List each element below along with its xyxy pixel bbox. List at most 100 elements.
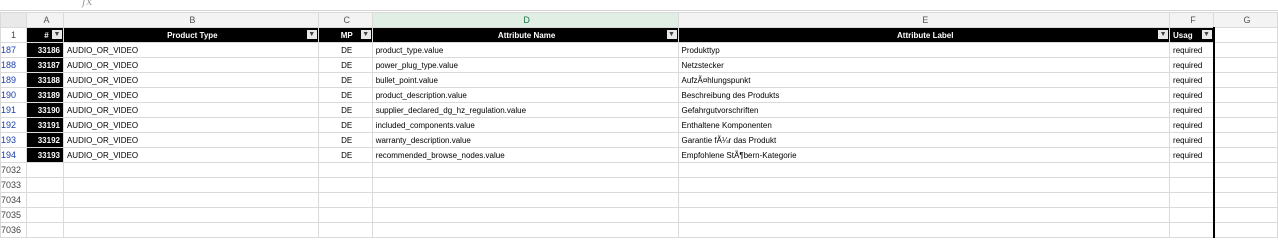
empty-cell[interactable]	[1169, 222, 1215, 238]
empty-cell[interactable]	[1213, 87, 1278, 103]
empty-cell[interactable]	[317, 177, 373, 193]
cell-num[interactable]: 33189	[25, 87, 64, 103]
cell-usage[interactable]: required	[1169, 72, 1215, 88]
empty-cell[interactable]	[25, 177, 64, 193]
cell-attribute-label[interactable]: Garantie fÃ¼r das Produkt	[677, 132, 1171, 148]
empty-cell[interactable]	[25, 222, 64, 238]
empty-cell[interactable]	[25, 207, 64, 223]
empty-cell[interactable]	[62, 162, 319, 178]
empty-cell[interactable]	[371, 177, 679, 193]
cell-usage[interactable]: required	[1169, 132, 1215, 148]
empty-cell[interactable]	[677, 162, 1171, 178]
cell-attribute-label[interactable]: AufzÃ¤hlungspunkt	[677, 72, 1171, 88]
empty-cell[interactable]	[1213, 207, 1278, 223]
row-header[interactable]: 188	[0, 57, 27, 73]
empty-cell[interactable]	[1213, 72, 1278, 88]
header-cell-attribute-name[interactable]: Attribute Name ▼	[371, 27, 679, 43]
formula-bar[interactable]: fx	[0, 0, 1278, 11]
cell-attribute-label[interactable]: Enthaltene Komponenten	[677, 117, 1171, 133]
empty-cell[interactable]	[677, 192, 1171, 208]
empty-cell[interactable]	[677, 207, 1171, 223]
cell-product-type[interactable]: AUDIO_OR_VIDEO	[62, 132, 319, 148]
empty-cell[interactable]	[1213, 147, 1278, 163]
cell-usage[interactable]: required	[1169, 42, 1215, 58]
cell-mp[interactable]: DE	[317, 42, 373, 58]
empty-cell[interactable]	[317, 207, 373, 223]
cell-num[interactable]: 33190	[25, 102, 64, 118]
select-all-corner[interactable]	[0, 12, 27, 28]
filter-dropdown-icon[interactable]: ▼	[1201, 30, 1212, 39]
cell-usage[interactable]: required	[1169, 147, 1215, 163]
empty-cell[interactable]	[371, 192, 679, 208]
cell-product-type[interactable]: AUDIO_OR_VIDEO	[62, 102, 319, 118]
empty-cell[interactable]	[62, 192, 319, 208]
empty-cell[interactable]	[1169, 177, 1215, 193]
column-header-e[interactable]: E	[677, 12, 1171, 28]
cell-attribute-name[interactable]: bullet_point.value	[371, 72, 679, 88]
column-header-a[interactable]: A	[25, 12, 64, 28]
cell-product-type[interactable]: AUDIO_OR_VIDEO	[62, 42, 319, 58]
empty-cell[interactable]	[1213, 27, 1278, 43]
cell-num[interactable]: 33186	[25, 42, 64, 58]
row-header[interactable]: 7033	[0, 177, 27, 193]
cell-num[interactable]: 33187	[25, 57, 64, 73]
cell-mp[interactable]: DE	[317, 117, 373, 133]
cell-attribute-label[interactable]: Produkttyp	[677, 42, 1171, 58]
cell-product-type[interactable]: AUDIO_OR_VIDEO	[62, 117, 319, 133]
fx-icon[interactable]: fx	[82, 0, 92, 8]
row-header[interactable]: 187	[0, 42, 27, 58]
empty-cell[interactable]	[1213, 102, 1278, 118]
empty-cell[interactable]	[25, 162, 64, 178]
column-header-g[interactable]: G	[1213, 12, 1278, 28]
empty-cell[interactable]	[1213, 42, 1278, 58]
header-cell-mp[interactable]: MP ▼	[317, 27, 373, 43]
cell-usage[interactable]: required	[1169, 117, 1215, 133]
column-header-f[interactable]: F	[1169, 12, 1215, 28]
header-cell-usage[interactable]: Usag ▼	[1169, 27, 1215, 43]
row-header[interactable]: 190	[0, 87, 27, 103]
empty-cell[interactable]	[371, 207, 679, 223]
cell-mp[interactable]: DE	[317, 72, 373, 88]
column-header-c[interactable]: C	[317, 12, 373, 28]
cell-attribute-name[interactable]: included_components.value	[371, 117, 679, 133]
empty-cell[interactable]	[62, 222, 319, 238]
empty-cell[interactable]	[371, 162, 679, 178]
empty-cell[interactable]	[1213, 132, 1278, 148]
row-header[interactable]: 193	[0, 132, 27, 148]
cell-product-type[interactable]: AUDIO_OR_VIDEO	[62, 72, 319, 88]
cell-attribute-name[interactable]: product_description.value	[371, 87, 679, 103]
empty-cell[interactable]	[677, 177, 1171, 193]
filter-active-icon[interactable]: ▼	[360, 30, 371, 39]
filter-active-icon[interactable]: ▼	[306, 30, 317, 39]
row-header[interactable]: 7036	[0, 222, 27, 238]
header-cell-product-type[interactable]: Product Type ▼	[62, 27, 319, 43]
row-header[interactable]: 189	[0, 72, 27, 88]
cell-product-type[interactable]: AUDIO_OR_VIDEO	[62, 87, 319, 103]
row-header[interactable]: 7032	[0, 162, 27, 178]
empty-cell[interactable]	[62, 207, 319, 223]
empty-cell[interactable]	[1169, 192, 1215, 208]
cell-attribute-name[interactable]: supplier_declared_dg_hz_regulation.value	[371, 102, 679, 118]
filter-dropdown-icon[interactable]: ▼	[1158, 30, 1169, 39]
header-cell-attribute-label[interactable]: Attribute Label ▼	[677, 27, 1171, 43]
cell-usage[interactable]: required	[1169, 102, 1215, 118]
row-header[interactable]: 192	[0, 117, 27, 133]
row-header[interactable]: 7034	[0, 192, 27, 208]
empty-cell[interactable]	[1213, 177, 1278, 193]
cell-num[interactable]: 33191	[25, 117, 64, 133]
cell-attribute-label[interactable]: Empfohlene StÃ¶bern-Kategorie	[677, 147, 1171, 163]
empty-cell[interactable]	[371, 222, 679, 238]
cell-mp[interactable]: DE	[317, 57, 373, 73]
empty-cell[interactable]	[317, 222, 373, 238]
empty-cell[interactable]	[317, 162, 373, 178]
empty-cell[interactable]	[1169, 162, 1215, 178]
empty-cell[interactable]	[1213, 192, 1278, 208]
cell-num[interactable]: 33192	[25, 132, 64, 148]
row-header[interactable]: 191	[0, 102, 27, 118]
cell-mp[interactable]: DE	[317, 132, 373, 148]
cell-num[interactable]: 33188	[25, 72, 64, 88]
filter-dropdown-icon[interactable]: ▼	[51, 30, 62, 39]
cell-attribute-name[interactable]: recommended_browse_nodes.value	[371, 147, 679, 163]
row-header[interactable]: 1	[0, 27, 27, 43]
filter-dropdown-icon[interactable]: ▼	[666, 30, 677, 39]
